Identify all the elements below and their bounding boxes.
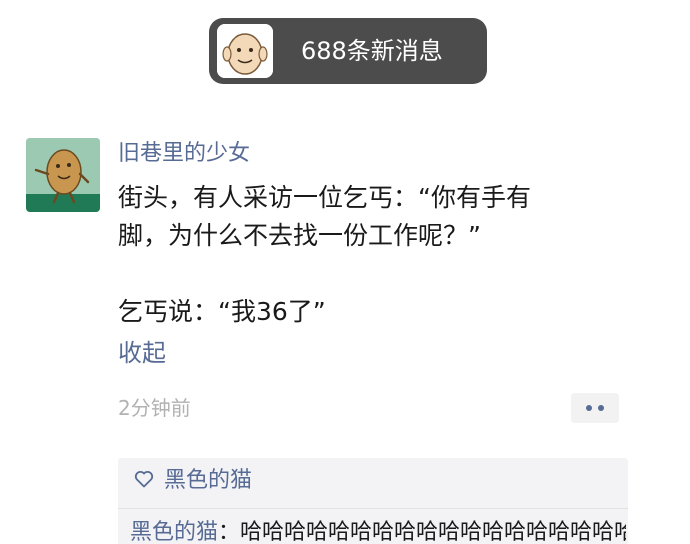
more-actions-button[interactable] <box>571 393 619 423</box>
new-messages-notification[interactable]: 688条新消息 <box>209 18 487 84</box>
interactions-panel: 黑色的猫 黑色的猫：哈哈哈哈哈哈哈哈哈哈哈哈哈哈哈哈哈哈 <box>118 458 628 544</box>
liker-name[interactable]: 黑色的猫 <box>164 466 252 496</box>
comment-item[interactable]: 黑色的猫：哈哈哈哈哈哈哈哈哈哈哈哈哈哈哈哈哈哈 <box>130 518 626 544</box>
post-content: 街头，有人采访一位乞丐：“你有手有 脚，为什么不去找一份工作呢？” 乞丐说：“我… <box>118 179 638 331</box>
collapse-link[interactable]: 收起 <box>118 337 166 369</box>
potato-avatar-icon <box>217 24 273 78</box>
likes-row: 黑色的猫 <box>134 466 252 496</box>
post-author-name[interactable]: 旧巷里的少女 <box>118 139 250 169</box>
new-messages-count: 688条新消息 <box>301 37 443 65</box>
author-avatar[interactable] <box>26 138 100 212</box>
potato-avatar-icon <box>26 138 100 212</box>
comment-separator: ： <box>218 520 241 544</box>
moments-feed: 688条新消息 旧巷里的少女 街头，有人采访一位乞丐：“你有手有 脚，为什么不去… <box>0 0 690 544</box>
post-timestamp: 2分钟前 <box>118 396 191 420</box>
comment-text: 哈哈哈哈哈哈哈哈哈哈哈哈哈哈哈哈哈哈 <box>240 520 626 544</box>
more-dots-icon <box>586 405 604 411</box>
post-content-line: 街头，有人采访一位乞丐：“你有手有 <box>118 183 531 212</box>
heart-outline-icon <box>134 470 154 492</box>
post-content-line: 脚，为什么不去找一份工作呢？” <box>118 221 481 250</box>
divider <box>118 508 628 509</box>
post-content-blank-line <box>118 255 638 293</box>
comment-author[interactable]: 黑色的猫 <box>130 520 218 544</box>
post-content-line: 乞丐说：“我36了” <box>118 297 326 326</box>
